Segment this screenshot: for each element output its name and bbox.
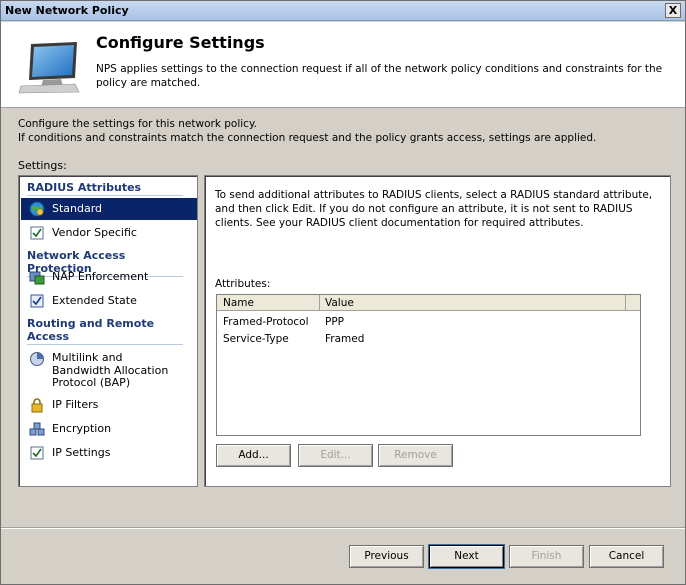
nav-item-label: IP Filters [52, 398, 99, 411]
attributes-label: Attributes: [215, 278, 271, 290]
intro-line-1: Configure the settings for this network … [18, 118, 258, 130]
remove-button[interactable]: Remove [378, 444, 453, 467]
cell-name: Service-Type [223, 333, 289, 345]
nav-item-label: IP Settings [52, 446, 111, 459]
attributes-list-header: Name Value [217, 295, 640, 311]
checkbox-doc-icon [30, 446, 44, 460]
page-description: NPS applies settings to the connection r… [96, 63, 663, 89]
nav-item-label: Encryption [52, 422, 112, 435]
nav-item-label: Multilink and Bandwidth Allocation Proto… [52, 351, 169, 389]
table-row[interactable]: Framed-Protocol PPP [217, 314, 640, 331]
nav-item-multilink-bap[interactable]: Multilink and Bandwidth Allocation Proto… [21, 348, 197, 389]
nav-item-extended-state[interactable]: Extended State [21, 290, 197, 312]
globe-icon [29, 201, 45, 217]
nav-item-label: Extended State [52, 294, 137, 307]
title-bar: New Network Policy X [1, 1, 685, 21]
footer-divider [1, 527, 685, 529]
cancel-button[interactable]: Cancel [589, 545, 664, 568]
nav-item-encryption[interactable]: Encryption [21, 418, 197, 440]
encryption-icon [29, 422, 45, 436]
checkbox-doc-icon [30, 226, 44, 240]
checkbox-doc-icon [30, 294, 44, 308]
column-header-name[interactable]: Name [223, 297, 254, 309]
nav-item-ip-filters[interactable]: IP Filters [21, 394, 197, 416]
nav-item-nap-enforcement[interactable]: NAP Enforcement [21, 266, 197, 288]
column-header-value[interactable]: Value [325, 297, 354, 309]
settings-label: Settings: [18, 159, 67, 172]
attributes-description: To send additional attributes to RADIUS … [215, 189, 653, 229]
wizard-header: Configure Settings NPS applies settings … [1, 22, 685, 108]
nav-item-standard[interactable]: Standard [21, 198, 197, 220]
lock-icon [31, 398, 43, 413]
nav-item-label: Vendor Specific [52, 226, 137, 239]
close-button[interactable]: X [665, 3, 681, 18]
cell-value: Framed [325, 333, 365, 345]
group-header-routing-and-remote-access: Routing and Remote Access [27, 317, 183, 345]
table-row[interactable]: Service-Type Framed [217, 331, 640, 348]
window-title: New Network Policy [5, 4, 129, 17]
settings-nav-pane: RADIUS Attributes Standard Vendor Specif… [18, 175, 198, 487]
attributes-list[interactable]: Name Value Framed-Protocol PPP Service-T… [216, 294, 641, 436]
column-separator[interactable] [319, 295, 320, 311]
nav-item-label: NAP Enforcement [52, 270, 149, 283]
previous-button[interactable]: Previous [349, 545, 424, 568]
intro-line-2: If conditions and constraints match the … [18, 132, 597, 144]
nav-item-ip-settings[interactable]: IP Settings [21, 442, 197, 464]
cell-name: Framed-Protocol [223, 316, 309, 328]
nav-item-label: Standard [52, 202, 103, 215]
add-button[interactable]: Add... [216, 444, 291, 467]
column-separator[interactable] [625, 295, 626, 311]
page-title: Configure Settings [96, 33, 265, 52]
next-button[interactable]: Next [429, 545, 504, 568]
computer-monitor-icon [18, 42, 80, 94]
settings-detail-pane: To send additional attributes to RADIUS … [204, 175, 671, 487]
intro-text: Configure the settings for this network … [18, 117, 678, 145]
new-network-policy-dialog: New Network Policy X Configure Settings … [0, 0, 686, 585]
finish-button[interactable]: Finish [509, 545, 584, 568]
edit-button[interactable]: Edit... [298, 444, 373, 467]
group-header-radius-attributes: RADIUS Attributes [27, 181, 183, 196]
cell-value: PPP [325, 316, 344, 328]
nap-enforcement-icon [29, 271, 45, 285]
pie-icon [30, 352, 44, 366]
nav-item-vendor-specific[interactable]: Vendor Specific [21, 222, 197, 244]
